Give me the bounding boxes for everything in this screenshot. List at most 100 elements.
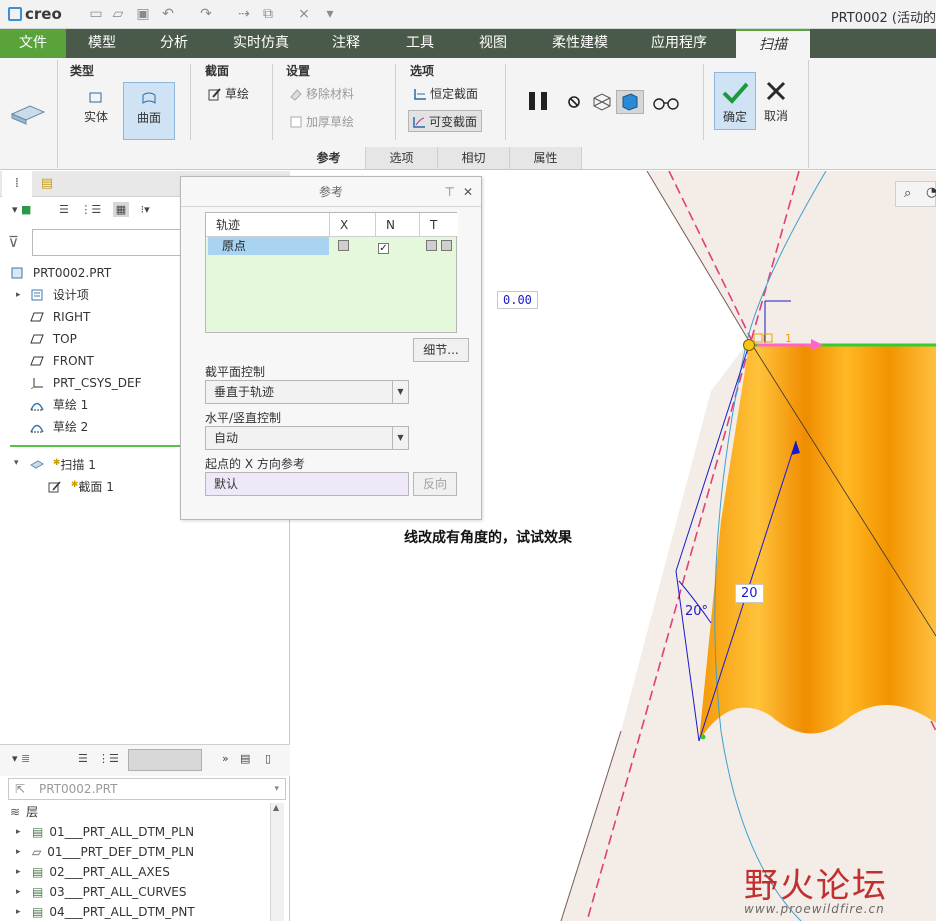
tab-simulation[interactable]: 实时仿真: [222, 29, 300, 58]
tab-model[interactable]: 模型: [68, 29, 136, 58]
tree-item[interactable]: PRT_CSYS_DEF: [30, 372, 142, 394]
ok-button[interactable]: 确定: [714, 72, 756, 130]
layer-item[interactable]: ▸ ▤ 03___PRT_ALL_CURVES: [16, 881, 186, 903]
close-window-icon[interactable]: ⨯: [296, 6, 312, 22]
regenerate-icon[interactable]: ⇢: [236, 6, 252, 22]
close-icon[interactable]: ✕: [463, 177, 473, 207]
layer-item[interactable]: ▸ ▱ 01___PRT_DEF_DTM_PLN: [16, 841, 194, 863]
layer-scrollbar[interactable]: ▲: [270, 803, 284, 921]
solid-button[interactable]: 实体: [70, 82, 122, 140]
variable-section-button[interactable]: 可变截面: [408, 110, 483, 132]
subtab-options[interactable]: 选项: [366, 147, 438, 169]
layer-model-selector[interactable]: ⇱ PRT0002.PRT ▾: [8, 778, 286, 800]
customize-toolbar-icon[interactable]: ▾: [322, 6, 338, 22]
t-checkbox[interactable]: [426, 237, 452, 255]
pause-button[interactable]: [527, 90, 551, 112]
tree-item[interactable]: 草绘 2: [30, 416, 88, 438]
verify-mode-button[interactable]: [591, 92, 613, 112]
flip-button[interactable]: 反向: [413, 472, 457, 496]
layer-list-icon[interactable]: ☰: [78, 752, 88, 765]
details-button[interactable]: 细节...: [413, 338, 469, 362]
tab-view[interactable]: 视图: [462, 29, 524, 58]
scroll-up-icon[interactable]: ▲: [273, 803, 279, 812]
cancel-button[interactable]: 取消: [758, 72, 794, 130]
remove-material-button[interactable]: 移除材料: [286, 83, 354, 105]
sketch-button[interactable]: 草绘: [205, 83, 249, 105]
insert-here-marker[interactable]: [10, 445, 182, 447]
open-file-icon[interactable]: ▱: [110, 6, 126, 22]
undo-icon[interactable]: ↶: [160, 6, 176, 22]
no-preview-button[interactable]: [566, 94, 582, 110]
tab-flexible-modeling[interactable]: 柔性建模: [536, 29, 624, 58]
origin-point[interactable]: [743, 339, 755, 351]
x-checkbox[interactable]: [338, 237, 349, 255]
subtab-tangency[interactable]: 相切: [438, 147, 510, 169]
save-icon[interactable]: ▣: [135, 6, 151, 22]
tree-item[interactable]: TOP: [30, 328, 77, 350]
expand-icon[interactable]: ▸: [16, 821, 21, 843]
tree-dropdown-icon[interactable]: ▾: [12, 203, 18, 216]
tree-item[interactable]: 草绘 1: [30, 394, 88, 416]
glasses-preview-button[interactable]: [651, 92, 681, 112]
expand-icon[interactable]: ▸: [16, 861, 21, 883]
new-file-icon[interactable]: ▭: [88, 6, 104, 22]
windows-icon[interactable]: ⧉: [260, 6, 276, 22]
tab-tools[interactable]: 工具: [388, 29, 452, 58]
layer-columns-icon[interactable]: ⋮☰: [98, 752, 119, 765]
tree-model-icon[interactable]: ■: [21, 203, 31, 216]
layer-info-icon[interactable]: ▯: [265, 752, 271, 765]
expand-icon[interactable]: ▸: [16, 881, 21, 903]
surface-button[interactable]: 曲面: [123, 82, 175, 140]
layer-item[interactable]: ▸ ▤ 02___PRT_ALL_AXES: [16, 861, 170, 883]
subtab-properties[interactable]: 属性: [510, 147, 582, 169]
tree-item[interactable]: FRONT: [30, 350, 94, 372]
sweep-icon: [30, 460, 44, 469]
model-tree-tab[interactable]: ⁞: [2, 171, 32, 197]
tab-annotate[interactable]: 注释: [314, 29, 378, 58]
n-checkbox[interactable]: ✓: [378, 237, 389, 255]
tree-root[interactable]: PRT0002.PRT: [10, 262, 111, 284]
surface-label: 曲面: [136, 111, 161, 125]
tree-item-sweep[interactable]: ▾ ✱扫描 1: [14, 452, 96, 474]
layer-more-icon[interactable]: »: [222, 752, 229, 765]
section-sketch-icon: [48, 481, 61, 493]
subtab-references[interactable]: 参考: [292, 147, 366, 169]
tab-file[interactable]: 文件: [0, 29, 66, 58]
expand-icon[interactable]: ▸: [16, 901, 21, 921]
feature-preview-button[interactable]: [616, 90, 644, 114]
zoom-icon[interactable]: ⌕: [904, 186, 911, 201]
layer-item[interactable]: ▸ ▤ 04___PRT_ALL_DTM_PNT: [16, 901, 195, 921]
tree-columns-icon[interactable]: ⋮☰: [80, 203, 101, 216]
offset-dimension-label[interactable]: 0.00: [497, 291, 538, 309]
thicken-sketch-checkbox[interactable]: 加厚草绘: [286, 111, 354, 133]
layer-props-icon[interactable]: ▤: [240, 752, 250, 765]
tree-item-section[interactable]: ✱截面 1: [48, 474, 114, 496]
layer-item[interactable]: ▸ ▤ 01___PRT_ALL_DTM_PLN: [16, 821, 194, 843]
layer-dropdown-icon[interactable]: ▾ ≣: [12, 752, 30, 765]
tab-sweep[interactable]: 扫描: [736, 29, 810, 58]
tab-applications[interactable]: 应用程序: [638, 29, 720, 58]
folder-browser-tab[interactable]: ▤: [32, 171, 62, 197]
tab-analysis[interactable]: 分析: [142, 29, 206, 58]
section-plane-control-select[interactable]: 垂直于轨迹 ▼: [205, 380, 409, 404]
tree-filter-icon[interactable]: ▦: [112, 202, 130, 217]
length-dimension-label[interactable]: 20: [735, 584, 764, 603]
tree-item[interactable]: RIGHT: [30, 306, 90, 328]
tree-search-input[interactable]: [32, 229, 182, 256]
expand-icon[interactable]: ▸: [16, 841, 21, 863]
pin-icon[interactable]: ⊤: [445, 177, 455, 207]
expand-icon[interactable]: ▸: [16, 284, 21, 306]
view-orient-icon[interactable]: ◔: [926, 185, 936, 200]
tree-list-icon[interactable]: ☰: [59, 203, 69, 216]
angle-dimension-label[interactable]: 20°: [685, 604, 708, 619]
x-direction-ref-field[interactable]: 默认: [205, 472, 409, 496]
tree-toolbar: ▾ ■ ☰ ⋮☰ ▦ ⁝▾: [12, 202, 150, 217]
hv-control-select[interactable]: 自动 ▼: [205, 426, 409, 450]
table-row-trajectory[interactable]: 原点: [208, 237, 329, 255]
constant-section-button[interactable]: 恒定截面: [410, 83, 478, 105]
tree-settings-icon[interactable]: ⁝▾: [141, 203, 150, 216]
collapse-icon[interactable]: ▾: [14, 452, 19, 474]
tree-item[interactable]: ▸ 设计项: [16, 284, 89, 306]
layer-visibility-toggles[interactable]: [128, 749, 202, 771]
redo-icon[interactable]: ↷: [198, 6, 214, 22]
